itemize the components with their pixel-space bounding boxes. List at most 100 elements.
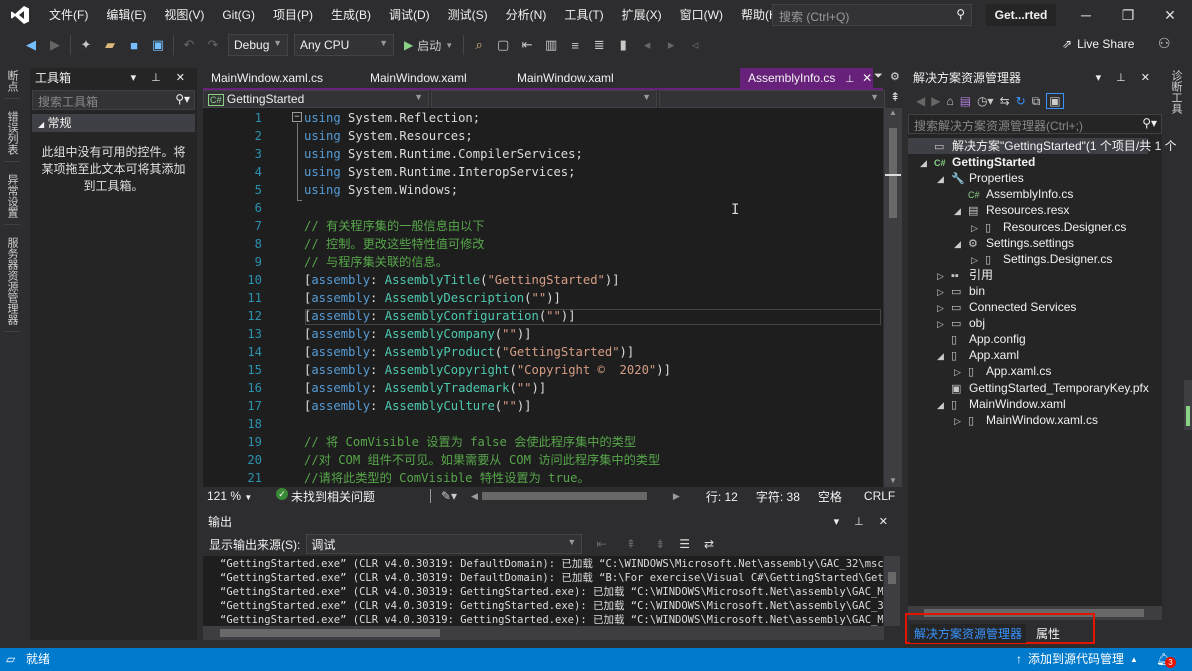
feedback-icon[interactable]: ⚇ (1158, 35, 1171, 52)
menu-item[interactable]: 测试(S) (439, 0, 497, 30)
tab-solution-explorer[interactable]: 解决方案资源管理器 (910, 624, 1027, 643)
forward-icon[interactable]: ▶ (931, 94, 940, 108)
expander-icon[interactable]: ◢ (954, 203, 968, 219)
switch-views-icon[interactable]: ▤ (960, 94, 971, 108)
expander-icon[interactable]: ▷ (937, 268, 951, 284)
menu-item[interactable]: 生成(B) (322, 0, 380, 30)
menu-item[interactable]: 调试(D) (380, 0, 439, 30)
editor-tab[interactable]: MainWindow.xaml (509, 68, 622, 88)
menu-item[interactable]: 扩展(X) (613, 0, 671, 30)
tab-properties[interactable]: 属性 (1026, 624, 1070, 643)
clear-all-icon[interactable]: ☰ (679, 537, 690, 551)
new-project-icon[interactable]: ✦ (77, 37, 95, 53)
tree-item[interactable]: ▷ ▯ MainWindow.xaml.cs (954, 412, 1098, 428)
prev-bookmark-icon[interactable]: ◂ (638, 37, 656, 53)
pin-icon[interactable]: ⊥ (845, 74, 854, 85)
home-icon[interactable]: ⌂ (946, 94, 953, 108)
tree-item[interactable]: ▣ GettingStarted_TemporaryKey.pfx (937, 380, 1149, 396)
start-button[interactable]: ▶ 启动 ▼ (400, 37, 457, 54)
expander-icon[interactable]: ▷ (954, 364, 968, 380)
editor-tab[interactable]: MainWindow.xaml (362, 68, 475, 88)
tree-item[interactable]: ▷ ▯ Resources.Designer.cs (971, 219, 1126, 235)
tree-item[interactable]: ▷ ▭ Connected Services (937, 299, 1076, 315)
live-share-button[interactable]: ⇗ Live Share (1062, 37, 1134, 51)
tree-item[interactable]: ▭ 解决方案"GettingStarted"(1 个项目/共 1 个 (908, 138, 1177, 154)
editor-tab[interactable]: MainWindow.xaml.cs (203, 68, 331, 88)
close-tab-icon[interactable]: ✕ (862, 71, 872, 85)
left-strip-tab[interactable]: 服务器资源管理器 (4, 233, 20, 332)
minimize-button[interactable]: ─ (1064, 0, 1108, 30)
scroll-left-icon[interactable]: ◀ (471, 491, 478, 502)
output-text[interactable]: “GettingStarted.exe” (CLR v4.0.30319: De… (203, 556, 883, 626)
close-window-button[interactable]: ✕ (1148, 0, 1192, 30)
tree-item[interactable]: ◢ 🔧 Properties (937, 170, 1024, 186)
tree-item[interactable]: ▷ ▯ Settings.Designer.cs (971, 251, 1112, 267)
settings-gear-icon[interactable]: ⚙ (890, 70, 900, 83)
layout-icon[interactable]: ▥ (542, 37, 560, 53)
tree-item[interactable]: ▷ ▭ obj (937, 315, 985, 331)
redo-icon[interactable]: ↷ (204, 37, 222, 53)
uncomment-icon[interactable]: ≣ (590, 37, 608, 53)
menu-item[interactable]: 分析(N) (497, 0, 556, 30)
expander-icon[interactable]: ▷ (937, 316, 951, 332)
diagnostic-tools-tab[interactable]: 诊断工具 (1168, 66, 1184, 118)
bookmark-icon[interactable]: ▮ (614, 37, 632, 53)
menu-item[interactable]: 项目(P) (264, 0, 322, 30)
notifications-button[interactable]: 🔔︎ 3 (1156, 648, 1176, 671)
menu-item[interactable]: 窗口(W) (671, 0, 732, 30)
indent-mode[interactable]: 空格 (818, 488, 842, 505)
panel-controls-icon[interactable]: ▾ ⊥ ✕ (131, 68, 191, 88)
tree-item[interactable]: ◢ ⚙ Settings.settings (954, 235, 1074, 251)
expander-icon[interactable]: ▷ (937, 284, 951, 300)
menu-item[interactable]: 工具(T) (555, 0, 612, 30)
open-folder-icon[interactable]: ▰ (101, 37, 119, 53)
word-wrap-icon[interactable]: ⇄ (704, 537, 714, 551)
expander-icon[interactable]: ◢ (920, 155, 934, 171)
output-source-dropdown[interactable]: 调试 ▼ (306, 534, 583, 554)
comment-icon[interactable]: ≡ (566, 38, 584, 53)
add-to-source-control-button[interactable]: ↑ 添加到源代码管理 ▲ (1016, 648, 1138, 671)
tree-item[interactable]: ◢ ▯ MainWindow.xaml (937, 396, 1066, 412)
left-strip-tab[interactable]: 错误列表 (4, 107, 20, 162)
menu-item[interactable]: 视图(V) (155, 0, 213, 30)
member-dropdown[interactable]: ▼ (659, 90, 885, 108)
zoom-dropdown[interactable]: 121 % ▼ (203, 489, 261, 503)
tree-item[interactable]: ◢ ▤ Resources.resx (954, 202, 1069, 218)
left-strip-tab[interactable]: 断点 (4, 66, 20, 99)
next-bookmark-icon[interactable]: ▸ (662, 37, 680, 53)
configuration-dropdown[interactable]: Debug ▼ (228, 34, 288, 56)
tab-overflow-icon[interactable]: ⏷ (874, 70, 883, 83)
undo-icon[interactable]: ↶ (180, 37, 198, 53)
menu-item[interactable]: Git(G) (213, 0, 264, 30)
back-icon[interactable]: ◀ (916, 94, 925, 108)
expander-icon[interactable]: ◢ (937, 171, 951, 187)
tree-item[interactable]: C# AssemblyInfo.cs (954, 186, 1073, 202)
expander-icon[interactable]: ◢ (937, 397, 951, 413)
expander-icon[interactable]: ◢ (937, 348, 951, 364)
tree-item[interactable]: ▷ ▭ bin (937, 283, 985, 299)
save-all-icon[interactable]: ▣ (149, 37, 167, 53)
tree-item[interactable]: ◢ C# GettingStarted (920, 154, 1035, 170)
tree-item[interactable]: ◢ ▯ App.xaml (937, 347, 1019, 363)
expander-icon[interactable]: ▷ (971, 220, 985, 236)
menu-item[interactable]: 文件(F) (40, 0, 97, 30)
code-cleanup-icon[interactable]: ✎▾ (441, 489, 471, 503)
toolbox-search-input[interactable]: 搜索工具箱 ⚲▾ (32, 90, 195, 110)
collapse-region-icon[interactable]: − (292, 112, 302, 122)
issues-indicator[interactable]: ✓ 未找到相关问题 (276, 487, 426, 505)
back-icon[interactable]: ◀ (22, 37, 40, 53)
step-icon[interactable]: ⇤ (518, 37, 536, 53)
sync-icon[interactable]: ⇆ (1000, 94, 1010, 108)
clear-bookmarks-icon[interactable]: ◃ (686, 37, 704, 53)
line-ending[interactable]: CRLF (864, 489, 895, 503)
project-dropdown[interactable]: C# GettingStarted ▼ (203, 90, 429, 108)
refresh-icon[interactable]: ↻ (1016, 94, 1026, 108)
output-horizontal-scrollbar[interactable] (203, 626, 884, 640)
find-in-files-icon[interactable]: ⌕ (470, 37, 488, 53)
expander-icon[interactable]: ▷ (971, 252, 985, 268)
collapse-all-icon[interactable]: ⧉ (1032, 94, 1041, 109)
code-editor[interactable]: 1 using System.Reflection; 2 using System.R… (203, 108, 883, 487)
forward-icon[interactable]: ▶ (46, 37, 64, 53)
expander-icon[interactable]: ▷ (937, 300, 951, 316)
output-vertical-scrollbar[interactable] (884, 556, 900, 626)
